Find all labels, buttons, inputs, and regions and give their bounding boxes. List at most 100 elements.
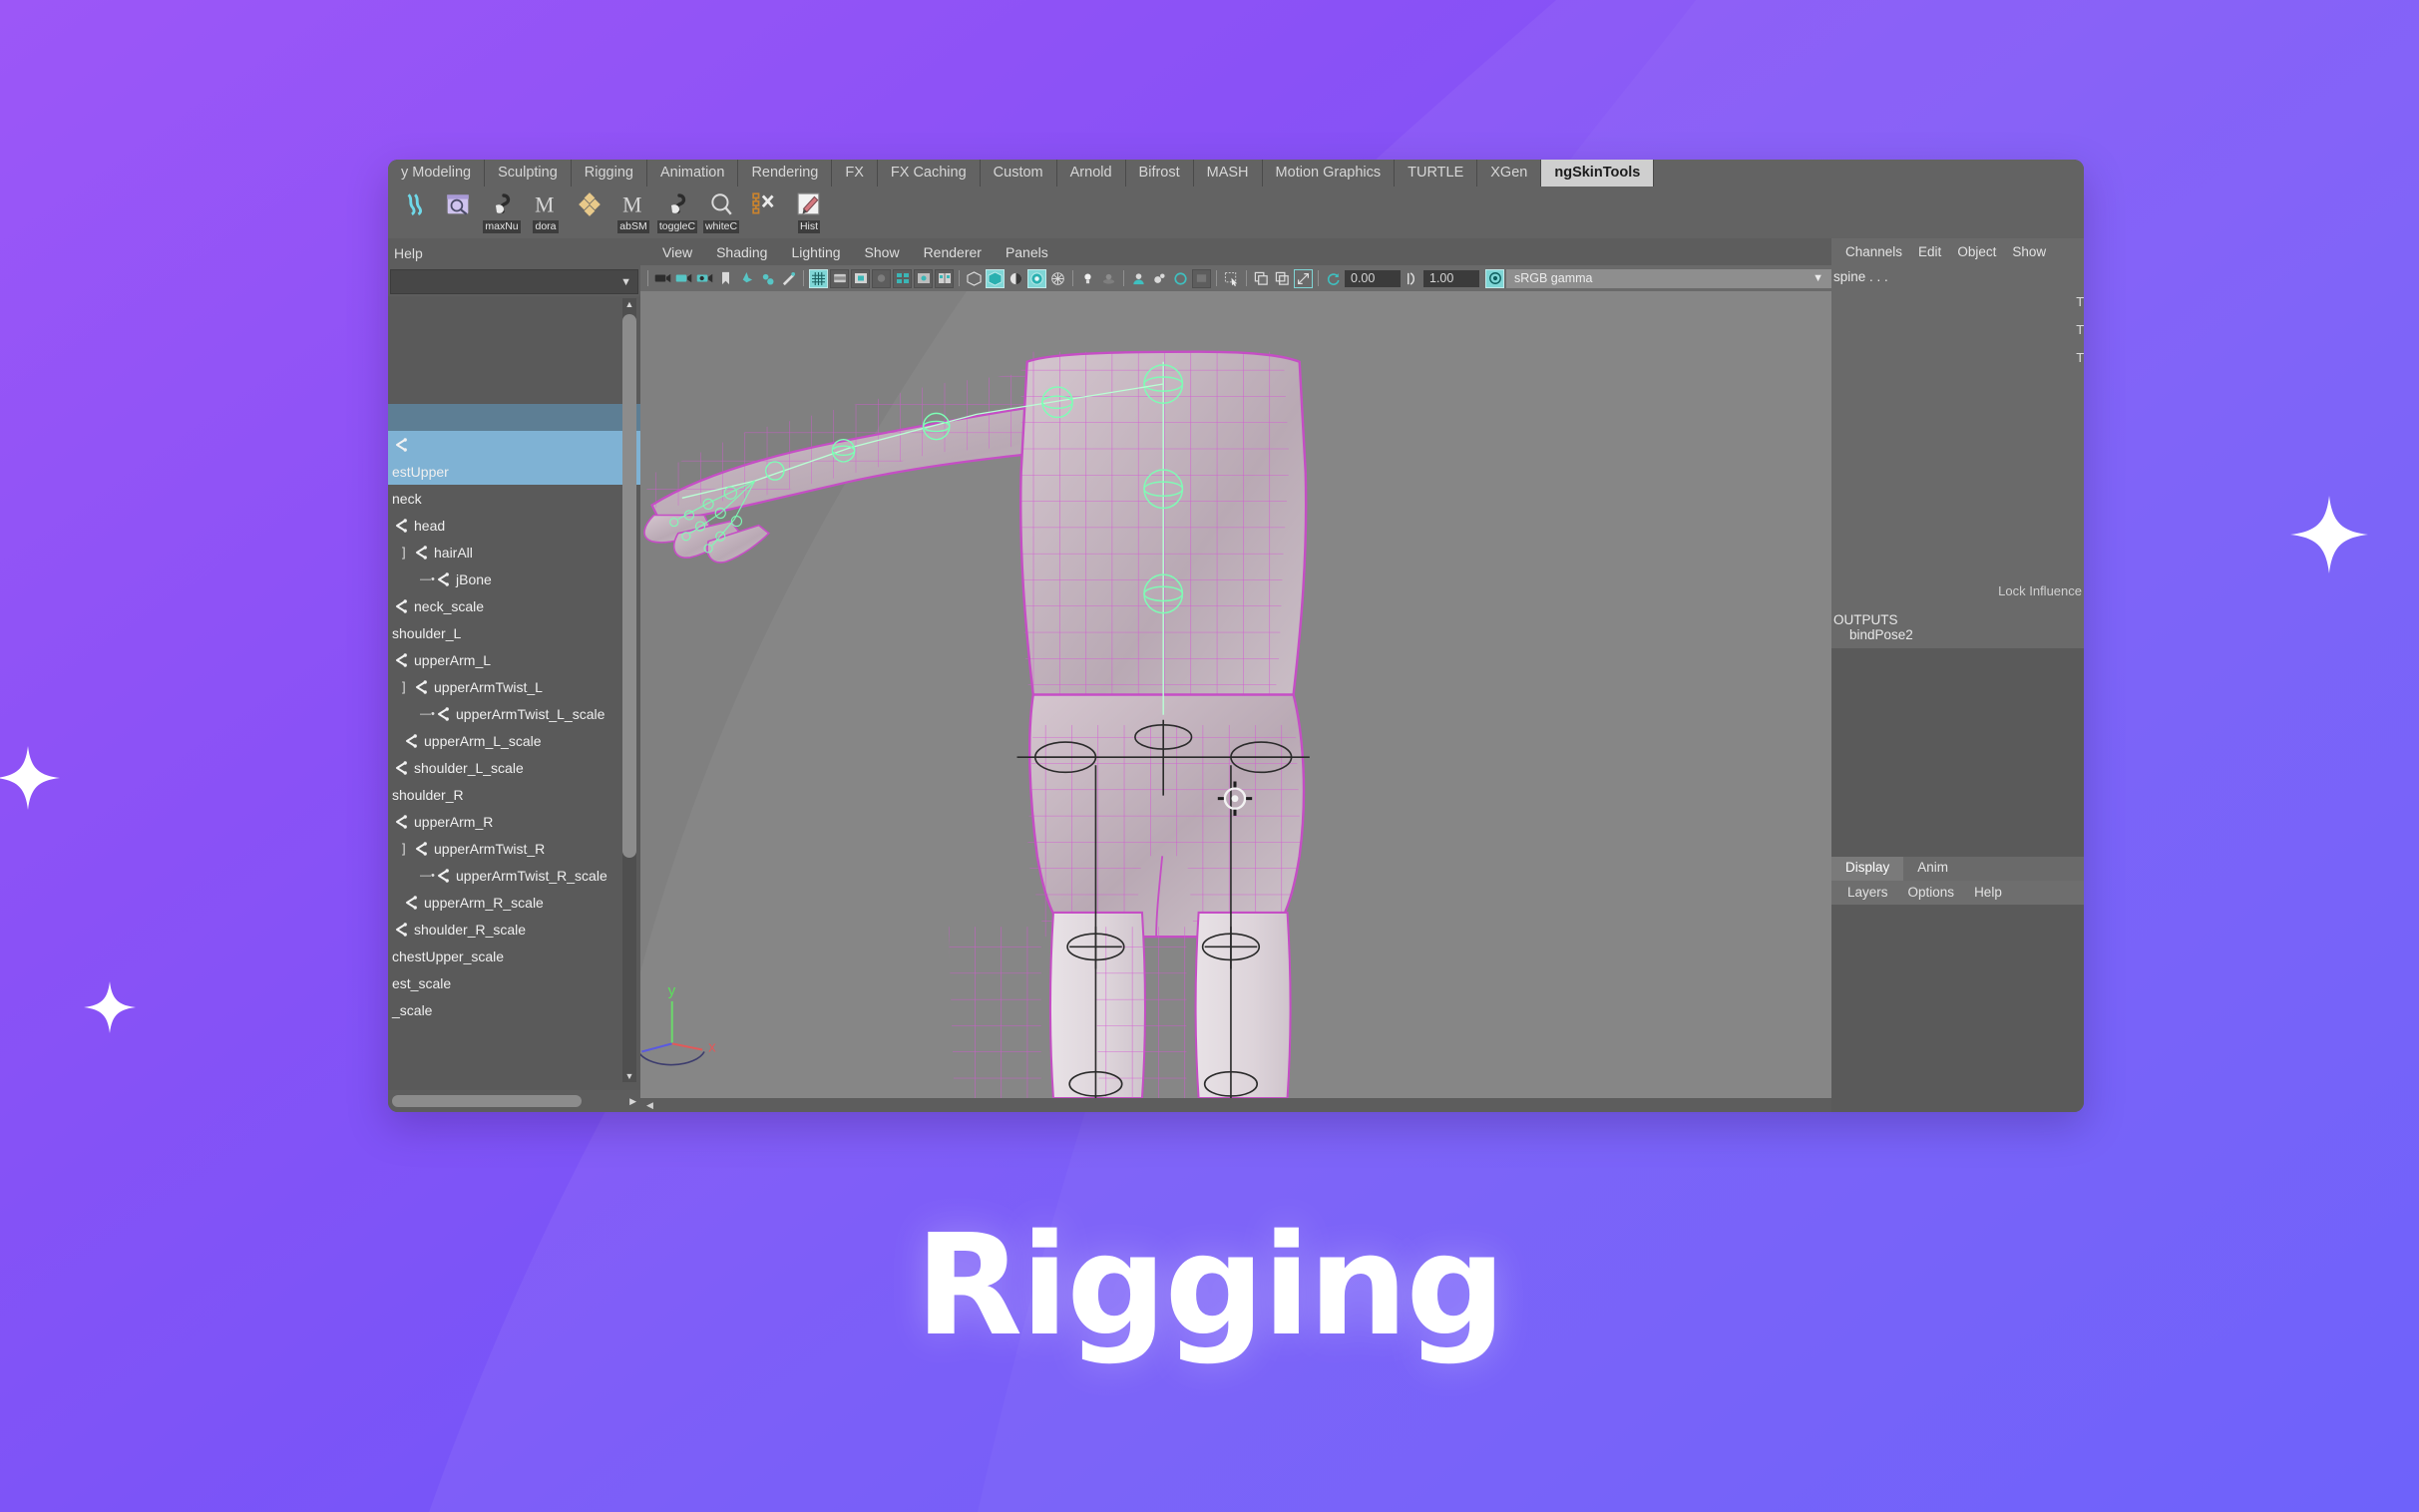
outliner-item[interactable] (388, 323, 640, 350)
shelf-tab-ngskintools[interactable]: ngSkinTools (1541, 160, 1655, 187)
outliner-item-neck_scale[interactable]: neck_scale (388, 592, 640, 619)
isolate-select-icon[interactable] (1129, 269, 1148, 288)
layer-menu-layers[interactable]: Layers (1837, 885, 1898, 900)
shelf-button-window-magnifier[interactable] (437, 189, 479, 235)
channel-box-menu-edit[interactable]: Edit (1910, 244, 1949, 259)
viewport-menu-view[interactable]: View (650, 244, 704, 260)
textured-shade-icon[interactable] (851, 268, 870, 288)
shadow-light-icon[interactable] (779, 269, 798, 288)
outliner-menu-help[interactable]: Help (394, 245, 423, 261)
bookmark-icon[interactable] (716, 269, 735, 288)
outliner-item[interactable] (388, 431, 640, 458)
channel-box-menu-channels[interactable]: Channels (1837, 244, 1910, 259)
outliner-item-jBone[interactable]: —• jBone (388, 566, 640, 592)
shelf-button-whitec[interactable]: whiteC (700, 189, 742, 235)
outliner-item-upperArmTwist_R[interactable]: ] upperArmTwist_R (388, 835, 640, 862)
shelf-button-dora[interactable]: Mdora (525, 189, 567, 235)
viewport-menu-lighting[interactable]: Lighting (779, 244, 852, 260)
viewport-menu-shading[interactable]: Shading (704, 244, 779, 260)
outliner-tree[interactable]: estUpper neck head] hairAll —• jBone neck_scal… (388, 296, 640, 1090)
shelf-tab-xgen[interactable]: XGen (1477, 160, 1542, 187)
resize-frame-icon[interactable] (1294, 268, 1313, 288)
channel-box-menu-object[interactable]: Object (1949, 244, 2004, 259)
shaded-cube-icon[interactable] (986, 268, 1005, 288)
gamma-icon[interactable] (1403, 269, 1421, 288)
shelf-button-diamond-cluster[interactable] (569, 189, 610, 235)
shelf-tab-arnold[interactable]: Arnold (1056, 160, 1126, 187)
exposure-refresh-icon[interactable] (1324, 269, 1343, 288)
scrollbar-thumb-horizontal[interactable] (392, 1095, 582, 1107)
shelf-button-togglec[interactable]: toggleC (656, 189, 698, 235)
shelf-tab-y-modeling[interactable]: y Modeling (388, 160, 486, 187)
multisample-icon[interactable] (935, 268, 954, 288)
color-space-dropdown[interactable]: sRGB gamma ▼ (1506, 268, 1831, 288)
channel-box-menu-show[interactable]: Show (2004, 244, 2054, 259)
viewport-menu-show[interactable]: Show (853, 244, 912, 260)
outliner-item[interactable] (388, 350, 640, 377)
camera-settings-icon[interactable] (695, 269, 714, 288)
layer-menu-options[interactable]: Options (1898, 885, 1965, 900)
shelf-tab-turtle[interactable]: TURTLE (1395, 160, 1478, 187)
two-sphere-icon[interactable] (1150, 269, 1169, 288)
shelf-tab-sculpting[interactable]: Sculpting (485, 160, 572, 187)
xray-active-components-icon[interactable] (1027, 268, 1046, 288)
layer-list[interactable] (1831, 904, 2084, 1112)
shelf-tab-animation[interactable]: Animation (646, 160, 739, 187)
shelf-button-absm[interactable]: MabSM (612, 189, 654, 235)
motion-blur-icon[interactable] (914, 268, 933, 288)
scroll-up-icon[interactable]: ▲ (622, 298, 636, 310)
outliner-item-shoulder_L[interactable]: shoulder_L (388, 619, 640, 646)
shelf-tab-motion-graphics[interactable]: Motion Graphics (1262, 160, 1396, 187)
shelf-tab-fx-caching[interactable]: FX Caching (877, 160, 981, 187)
layer-tab-anim[interactable]: Anim (1903, 857, 1962, 881)
expand-bracket-icon[interactable]: ] (402, 545, 412, 560)
shadow-toggle-icon[interactable] (872, 268, 891, 288)
smooth-shade-icon[interactable] (830, 268, 849, 288)
outliner-item-neck[interactable]: neck (388, 485, 640, 512)
outliner-horizontal-scrollbar[interactable]: ▶ (388, 1090, 640, 1112)
outliner-item-shoulder_R_scale[interactable]: shoulder_R_scale (388, 916, 640, 943)
shelf-tab-custom[interactable]: Custom (980, 160, 1057, 187)
shelf-button-maxnu[interactable]: maxNu (481, 189, 523, 235)
shelf-tab-rendering[interactable]: Rendering (738, 160, 833, 187)
layer-menu-help[interactable]: Help (1964, 885, 2012, 900)
viewport-3d-canvas[interactable]: y z x (640, 291, 1831, 1098)
shelf-button-close-chain[interactable] (744, 189, 786, 235)
shelf-tab-bifrost[interactable]: Bifrost (1125, 160, 1194, 187)
outliner-item-upperArm_L_scale[interactable]: upperArm_L_scale (388, 727, 640, 754)
outliner-item-upperArmTwist_L_scale[interactable]: —• upperArmTwist_L_scale (388, 700, 640, 727)
duplicate-layer-icon[interactable] (1252, 269, 1271, 288)
lighting-bulb-icon[interactable] (737, 269, 756, 288)
bulb-highlight-icon[interactable] (1078, 269, 1097, 288)
viewport-menu-panels[interactable]: Panels (994, 244, 1060, 260)
xray-cube-icon[interactable] (965, 269, 984, 288)
shelf-tab-mash[interactable]: MASH (1193, 160, 1263, 187)
flat-shade-icon[interactable] (1192, 268, 1211, 288)
viewport-menu-renderer[interactable]: Renderer (912, 244, 994, 260)
outliner-item-hairAll[interactable]: ] hairAll (388, 539, 640, 566)
shelf-button-hist[interactable]: Hist (788, 189, 830, 235)
select-marquee-icon[interactable] (1222, 269, 1241, 288)
two-lights-icon[interactable] (758, 269, 777, 288)
outliner-search-field[interactable]: ▼ (390, 269, 638, 294)
xray-joints-icon[interactable] (1007, 269, 1025, 288)
wireframe-grid-icon[interactable] (809, 268, 828, 288)
outliner-item-upperArm_R[interactable]: upperArm_R (388, 808, 640, 835)
grid-dots-icon[interactable] (1048, 269, 1067, 288)
channel-box-attribute-list[interactable]: Tr Tr Tr (1831, 284, 2084, 583)
scroll-left-icon[interactable]: ◀ (646, 1100, 653, 1111)
outliner-item[interactable] (388, 296, 640, 323)
outliner-item-_scale[interactable]: _scale (388, 996, 640, 1023)
scroll-right-icon[interactable]: ▶ (629, 1096, 640, 1107)
outliner-item-est_scale[interactable]: est_scale (388, 969, 640, 996)
channel-attribute-row[interactable]: Tr (2076, 350, 2084, 365)
duplicate-layer-alt-icon[interactable] (1273, 269, 1292, 288)
exposure-value-field[interactable]: 0.00 (1345, 269, 1401, 287)
outliner-item-upperArmTwist_R_scale[interactable]: —• upperArmTwist_R_scale (388, 862, 640, 889)
scrollbar-thumb[interactable] (622, 314, 636, 858)
outputs-item-bindpose2[interactable]: bindPose2 (1831, 627, 2084, 642)
scroll-down-icon[interactable]: ▼ (622, 1070, 636, 1082)
layer-tab-display[interactable]: Display (1831, 856, 1904, 881)
outliner-item-head[interactable]: head (388, 512, 640, 539)
outliner-item-upperArm_R_scale[interactable]: upperArm_R_scale (388, 889, 640, 916)
